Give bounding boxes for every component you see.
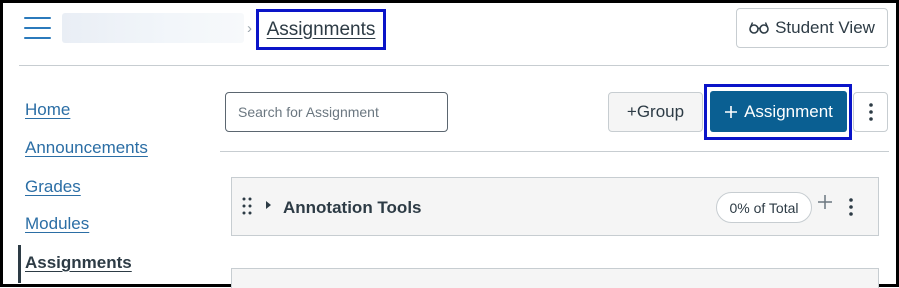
kebab-icon — [868, 103, 873, 121]
search-assignment-input[interactable] — [225, 92, 448, 132]
add-group-button[interactable]: +Group — [608, 92, 703, 132]
student-view-label: Student View — [775, 18, 875, 37]
nav-announcements[interactable]: Announcements — [25, 138, 148, 158]
breadcrumb-assignments-link[interactable]: Assignments — [267, 19, 376, 41]
drag-handle-icon[interactable] — [242, 196, 252, 216]
breadcrumb-current-highlight: Assignments — [256, 9, 386, 50]
assignment-group-row[interactable]: Annotation Tools 0% of Total — [231, 177, 879, 236]
add-assignment-label: Assignment — [744, 101, 833, 121]
breadcrumb-separator: › — [247, 20, 252, 37]
header-divider — [19, 65, 889, 66]
plus-icon[interactable] — [817, 194, 833, 210]
nav-modules[interactable]: Modules — [25, 214, 89, 234]
student-view-button[interactable]: Student View — [736, 8, 888, 48]
assignment-group-title[interactable]: Annotation Tools — [283, 198, 422, 218]
settings-menu-button[interactable] — [853, 92, 888, 132]
caret-right-icon[interactable] — [265, 199, 273, 211]
glasses-icon — [749, 22, 769, 34]
group-weight-badge: 0% of Total — [716, 192, 812, 223]
toolbar-divider — [220, 151, 889, 152]
assignment-group-row-partial — [231, 268, 879, 288]
add-assignment-button[interactable]: Assignment — [710, 91, 847, 132]
nav-home[interactable]: Home — [25, 100, 70, 120]
breadcrumb-course-name-redacted[interactable] — [62, 13, 244, 43]
nav-grades[interactable]: Grades — [25, 177, 81, 197]
nav-assignments[interactable]: Assignments — [25, 253, 132, 273]
nav-active-indicator — [18, 245, 21, 283]
plus-icon — [725, 105, 738, 118]
kebab-icon[interactable] — [849, 198, 853, 216]
hamburger-menu-icon[interactable] — [24, 17, 51, 39]
